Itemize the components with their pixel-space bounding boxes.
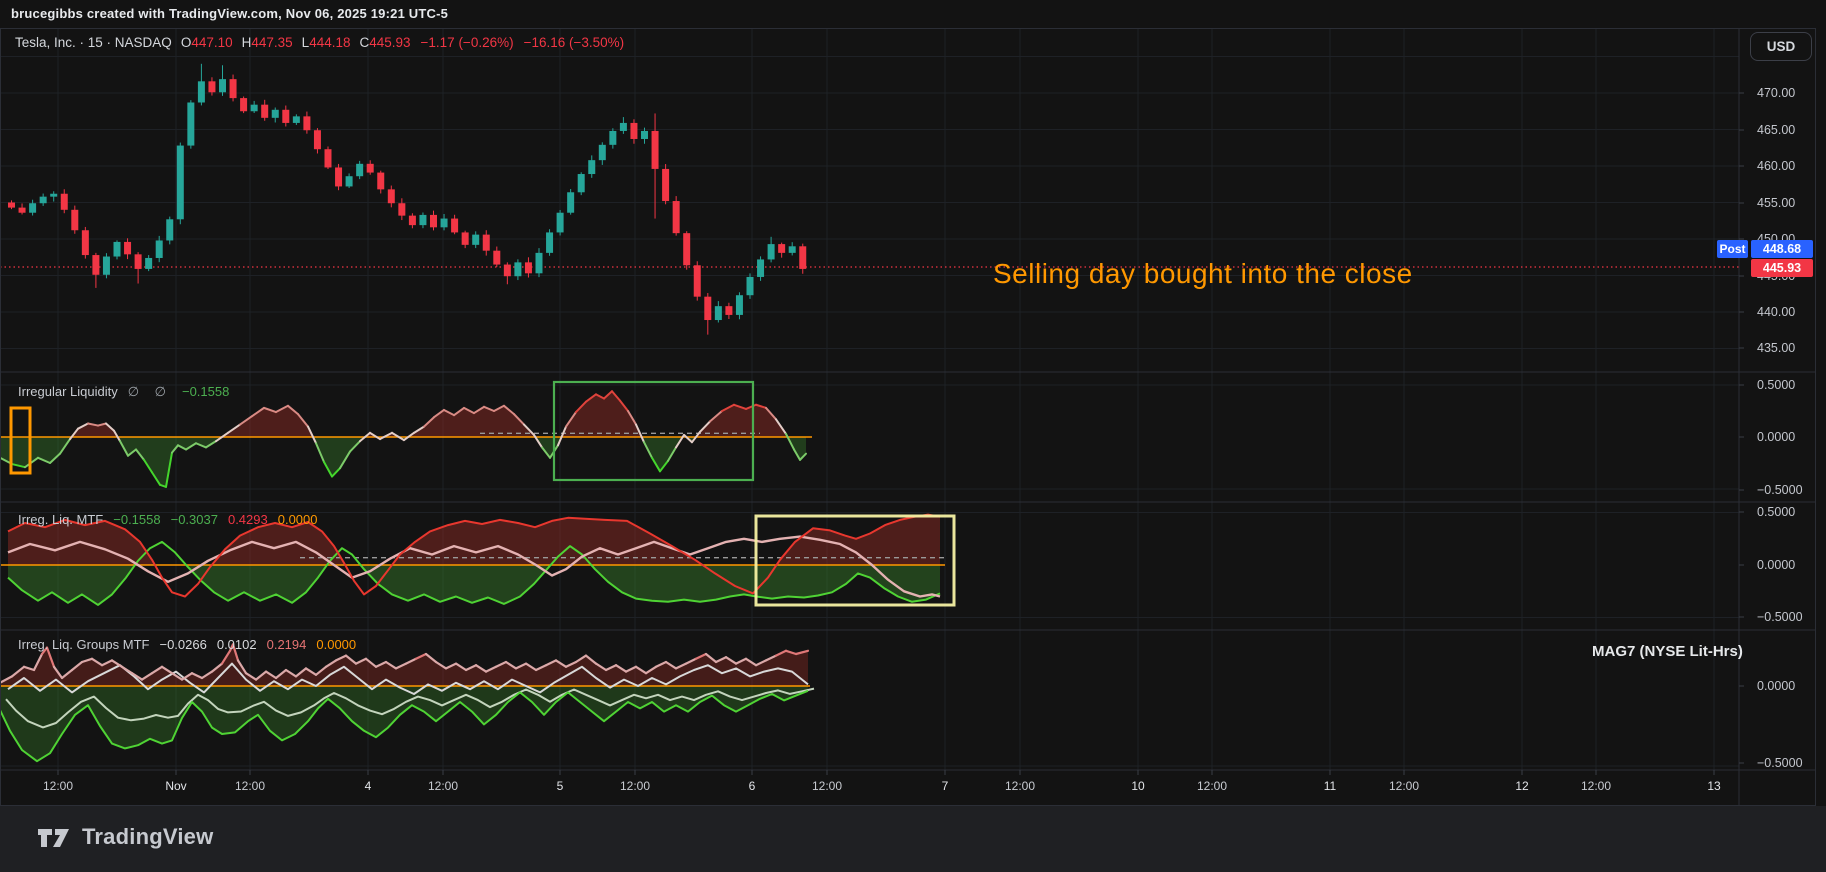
time-axis-label: 12:00	[1389, 779, 1419, 793]
time-axis-label: 12:00	[43, 779, 73, 793]
time-axis-label: 4	[365, 779, 372, 793]
attribution-bar: brucegibbs created with TradingView.com,…	[11, 6, 448, 21]
time-axis-label: 7	[942, 779, 949, 793]
indicator-value: 0.4293	[228, 512, 268, 527]
pane-irreg-liq-mtf	[0, 515, 945, 605]
oscillator-axis-label: 0.0000	[1757, 430, 1795, 444]
time-axis-label: 13	[1707, 779, 1720, 793]
gridlines	[0, 28, 1739, 770]
indicator-value: 0.0000	[278, 512, 318, 527]
price-axis-label: 470.00	[1757, 86, 1795, 100]
annotation-text[interactable]: Selling day bought into the close	[993, 258, 1413, 290]
oscillator-axis-label: −0.5000	[1757, 483, 1803, 497]
currency-usd-button[interactable]: USD	[1750, 32, 1812, 61]
indicator-value: 0.2194	[267, 637, 307, 652]
oscillator-axis-label: 0.5000	[1757, 505, 1795, 519]
change-percent: −1.17 (−0.26%)	[421, 35, 514, 50]
indicator-value: −0.3037	[171, 512, 218, 527]
oscillator-axis-label: 0.0000	[1757, 558, 1795, 572]
indicator-value: 0.0000	[316, 637, 356, 652]
tradingview-logo-icon	[36, 823, 72, 851]
indicator-value: −0.1558	[182, 384, 229, 399]
indicator-value: 0.0102	[217, 637, 257, 652]
time-axis-label: 12:00	[1197, 779, 1227, 793]
post-market-flag: Post	[1717, 240, 1748, 258]
indicator-value: −0.1558	[113, 512, 160, 527]
time-axis-label: 5	[557, 779, 564, 793]
last-price-badge: 445.93	[1751, 259, 1813, 277]
ohlc-field: C445.93	[359, 35, 410, 50]
symbol-info-bar[interactable]: Tesla, Inc. · 15 · NASDAQ O447.10 H447.35 L…	[15, 35, 624, 50]
ohlc-field: L444.18	[302, 35, 351, 50]
time-axis-label: 12:00	[1581, 779, 1611, 793]
time-axis-label: 12	[1515, 779, 1528, 793]
indicator-glyphs: ∅ ∅	[128, 384, 172, 399]
oscillator-axis-label: 0.0000	[1757, 679, 1795, 693]
price-axis-label: 460.00	[1757, 159, 1795, 173]
ohlc-field: H447.35	[242, 35, 293, 50]
time-axis-label: 10	[1131, 779, 1144, 793]
price-axis-label: 465.00	[1757, 123, 1795, 137]
indicator-value: −0.0266	[159, 637, 206, 652]
time-axis-label: 12:00	[812, 779, 842, 793]
price-axis-label: 435.00	[1757, 341, 1795, 355]
pane-title-irreg-liq-mtf[interactable]: Irreg. Liq. MTF−0.1558−0.30370.42930.000…	[18, 512, 318, 527]
time-axis-label: 12:00	[1005, 779, 1035, 793]
ohlc-field: O447.10	[181, 35, 233, 50]
tradingview-logo-text: TradingView	[82, 824, 213, 850]
pane-title-irreg-liq-groups-mtf[interactable]: Irreg. Liq. Groups MTF−0.02660.01020.219…	[18, 637, 356, 652]
time-axis-label: 12:00	[235, 779, 265, 793]
oscillator-axis-label: 0.5000	[1757, 378, 1795, 392]
price-axis-label: 440.00	[1757, 305, 1795, 319]
time-axis-label: 12:00	[428, 779, 458, 793]
ohlc-values: O447.10 H447.35 L444.18 C445.93	[172, 35, 411, 50]
tradingview-published-chart: brucegibbs created with TradingView.com,…	[0, 0, 1826, 872]
oscillator-axis-label: −0.5000	[1757, 756, 1803, 770]
oscillator-axis-label: −0.5000	[1757, 610, 1803, 624]
time-axis-label: 12:00	[620, 779, 650, 793]
chart-canvas[interactable]	[0, 0, 1826, 872]
pane-title-irregular-liquidity[interactable]: Irregular Liquidity∅ ∅−0.1558	[18, 384, 229, 400]
symbol-title: Tesla, Inc. · 15 · NASDAQ	[15, 35, 172, 50]
mag7-pane-label: MAG7 (NYSE Lit-Hrs)	[1592, 643, 1743, 660]
pane-irregular-liquidity	[0, 391, 812, 487]
time-axis-label: 11	[1324, 779, 1336, 793]
time-axis-label: Nov	[165, 779, 186, 793]
time-axis-label: 6	[749, 779, 756, 793]
price-axis-label: 455.00	[1757, 196, 1795, 210]
tradingview-logo-link[interactable]: TradingView	[36, 823, 213, 851]
pane-irreg-liq-groups-mtf	[0, 644, 814, 761]
candlestick-series	[8, 64, 806, 335]
change-points: −16.16 (−3.50%)	[524, 35, 625, 50]
footer-bar: TradingView	[0, 806, 1826, 872]
post-market-price-badge: 448.68	[1751, 240, 1813, 258]
